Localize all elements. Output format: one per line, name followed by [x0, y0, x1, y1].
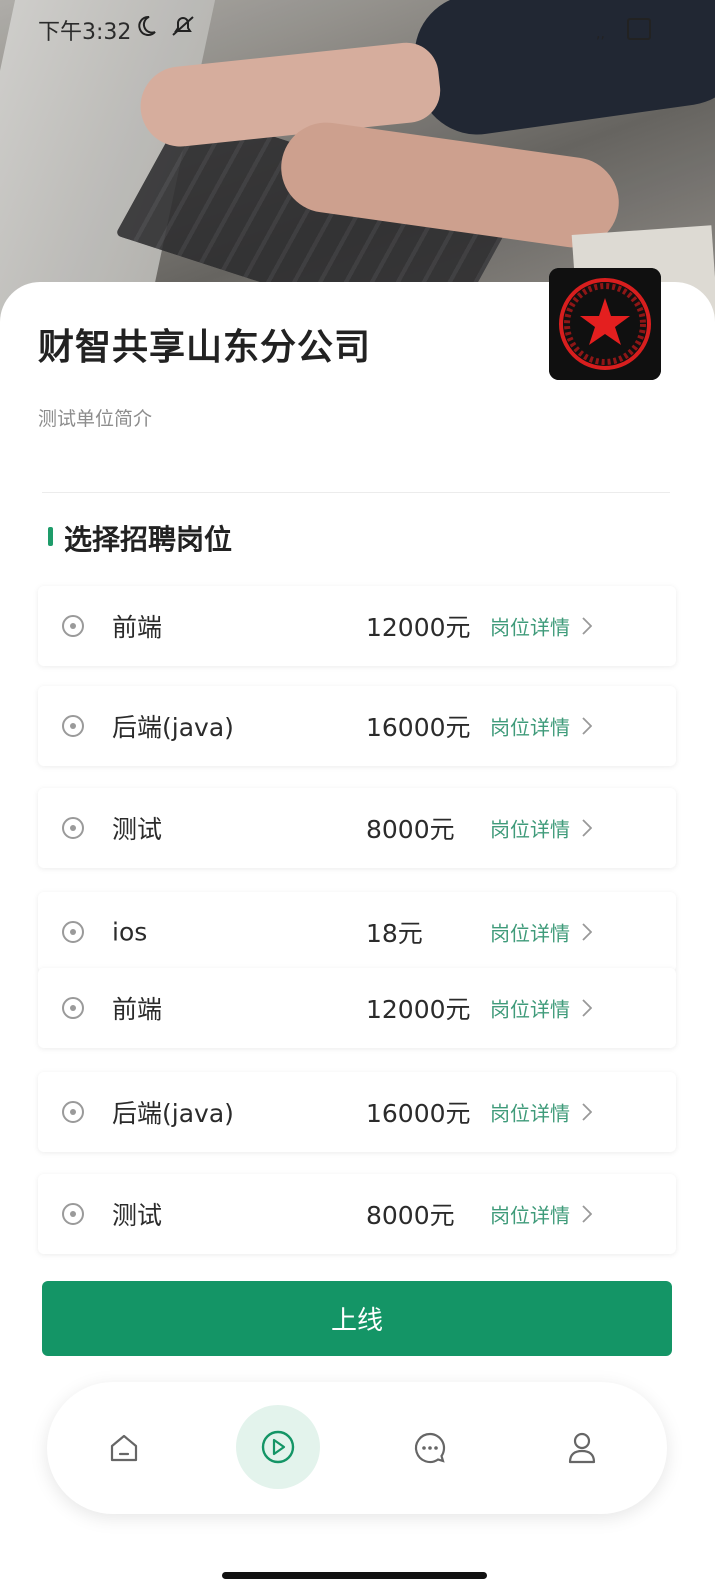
battery-icon [627, 18, 651, 40]
radio-button[interactable] [62, 1101, 84, 1123]
nav-home[interactable] [79, 1382, 169, 1514]
status-bar: 下午3:32 ,, [0, 0, 715, 56]
job-row-1[interactable]: 后端(java) 16000元 岗位详情 [38, 686, 676, 766]
company-name: 财智共享山东分公司 [38, 327, 372, 368]
radio-button[interactable] [62, 715, 84, 737]
job-name: 前端 [112, 995, 163, 1024]
status-time: 下午3:32 [38, 20, 132, 45]
radio-button[interactable] [62, 1203, 84, 1225]
chevron-right-icon [582, 999, 593, 1021]
nav-play-active[interactable] [236, 1405, 320, 1489]
play-icon [261, 1430, 295, 1464]
job-row-3[interactable]: ios 18元 岗位详情 [38, 892, 676, 972]
job-detail-link[interactable]: 岗位详情 [490, 994, 570, 1023]
job-detail-link[interactable]: 岗位详情 [490, 712, 570, 741]
job-detail-link[interactable]: 岗位详情 [490, 612, 570, 641]
nav-profile[interactable] [537, 1382, 627, 1514]
job-salary: 16000元 [366, 1099, 471, 1128]
job-detail-link[interactable]: 岗位详情 [490, 814, 570, 843]
job-name: 后端(java) [112, 1099, 234, 1128]
radio-button[interactable] [62, 997, 84, 1019]
red-star-seal-icon [549, 268, 661, 380]
chevron-right-icon [582, 819, 593, 841]
job-name: 测试 [112, 1201, 163, 1230]
moon-icon [135, 14, 157, 42]
section-marker [48, 527, 53, 546]
job-salary: 18元 [366, 919, 423, 948]
user-icon [568, 1432, 596, 1464]
radio-button[interactable] [62, 921, 84, 943]
chevron-right-icon [582, 717, 593, 739]
home-icon [110, 1434, 138, 1462]
job-detail-link[interactable]: 岗位详情 [490, 1200, 570, 1229]
online-button[interactable]: 上线 [42, 1281, 672, 1356]
job-salary: 12000元 [366, 995, 471, 1024]
job-detail-link[interactable]: 岗位详情 [490, 1098, 570, 1127]
nav-messages[interactable] [385, 1382, 475, 1514]
chevron-right-icon [582, 923, 593, 945]
job-name: 前端 [112, 613, 163, 642]
chevron-right-icon [582, 1205, 593, 1227]
job-row-2[interactable]: 测试 8000元 岗位详情 [38, 788, 676, 868]
job-name: 后端(java) [112, 713, 234, 742]
divider [42, 492, 670, 493]
job-salary: 8000元 [366, 815, 455, 844]
radio-button[interactable] [62, 817, 84, 839]
job-row-0[interactable]: 前端 12000元 岗位详情 [38, 586, 676, 666]
job-name: 测试 [112, 815, 163, 844]
company-logo [549, 268, 661, 380]
message-icon [414, 1432, 446, 1464]
job-row-4[interactable]: 前端 12000元 岗位详情 [38, 968, 676, 1048]
job-salary: 16000元 [366, 713, 471, 742]
job-name: ios [112, 917, 148, 947]
job-salary: 8000元 [366, 1201, 455, 1230]
radio-button[interactable] [62, 615, 84, 637]
company-intro: 测试单位简介 [38, 408, 153, 430]
job-row-5[interactable]: 后端(java) 16000元 岗位详情 [38, 1072, 676, 1152]
section-title: 选择招聘岗位 [64, 523, 233, 556]
mute-icon [170, 14, 196, 42]
job-salary: 12000元 [366, 613, 471, 642]
job-row-6[interactable]: 测试 8000元 岗位详情 [38, 1174, 676, 1254]
chevron-right-icon [582, 617, 593, 639]
chevron-right-icon [582, 1103, 593, 1125]
job-detail-link[interactable]: 岗位详情 [490, 918, 570, 947]
home-indicator[interactable] [222, 1572, 487, 1579]
signal-icon: ,, [596, 26, 605, 42]
bottom-nav [47, 1382, 667, 1514]
